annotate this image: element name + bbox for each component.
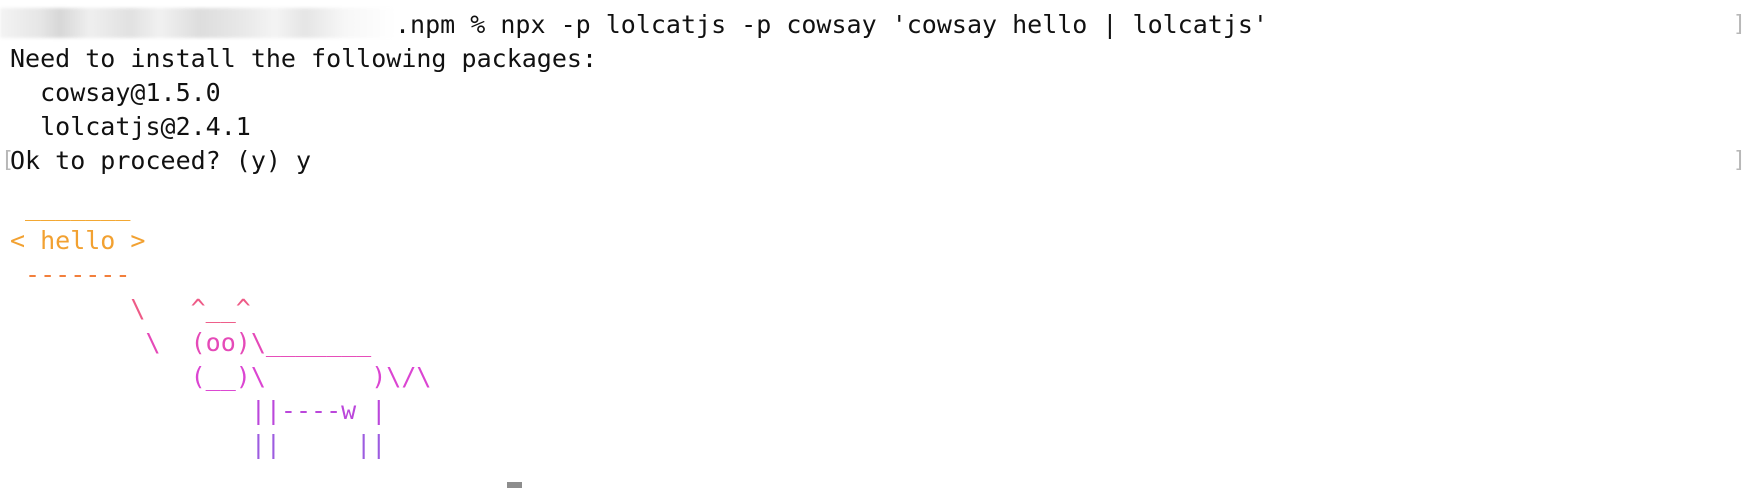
output-line-lolcatjs-package: lolcatjs@2.4.1 — [10, 112, 251, 141]
cow-art-line-7: || || — [10, 430, 387, 459]
output-line-cowsay-package: cowsay@1.5.0 — [10, 78, 221, 107]
output-line-proceed-prompt: Ok to proceed? (y) y — [10, 146, 312, 175]
cow-art-line-4: \ (oo)\_______ — [10, 328, 372, 357]
terminal-window[interactable]: .npm % npx -p lolcatjs -p cowsay 'cowsay… — [0, 0, 1754, 488]
right-bracket-marker: ] — [1732, 148, 1746, 173]
terminal-cursor — [507, 482, 522, 488]
right-bracket-marker: ] — [1732, 12, 1746, 37]
blurred-prompt-path — [0, 8, 395, 38]
cow-art-line-1: < hello > — [10, 226, 146, 255]
cow-art-line-5: (__)\ )\/\ — [10, 362, 432, 391]
cow-art-line-0: _______ — [10, 192, 131, 221]
command-line: .npm % npx -p lolcatjs -p cowsay 'cowsay… — [395, 10, 1268, 39]
output-line-install-notice: Need to install the following packages: — [10, 44, 597, 73]
cow-art-line-3: \ ^__^ — [10, 294, 251, 323]
cow-art-line-6: ||----w | — [10, 396, 387, 425]
cow-art-line-2: ------- — [10, 260, 131, 289]
